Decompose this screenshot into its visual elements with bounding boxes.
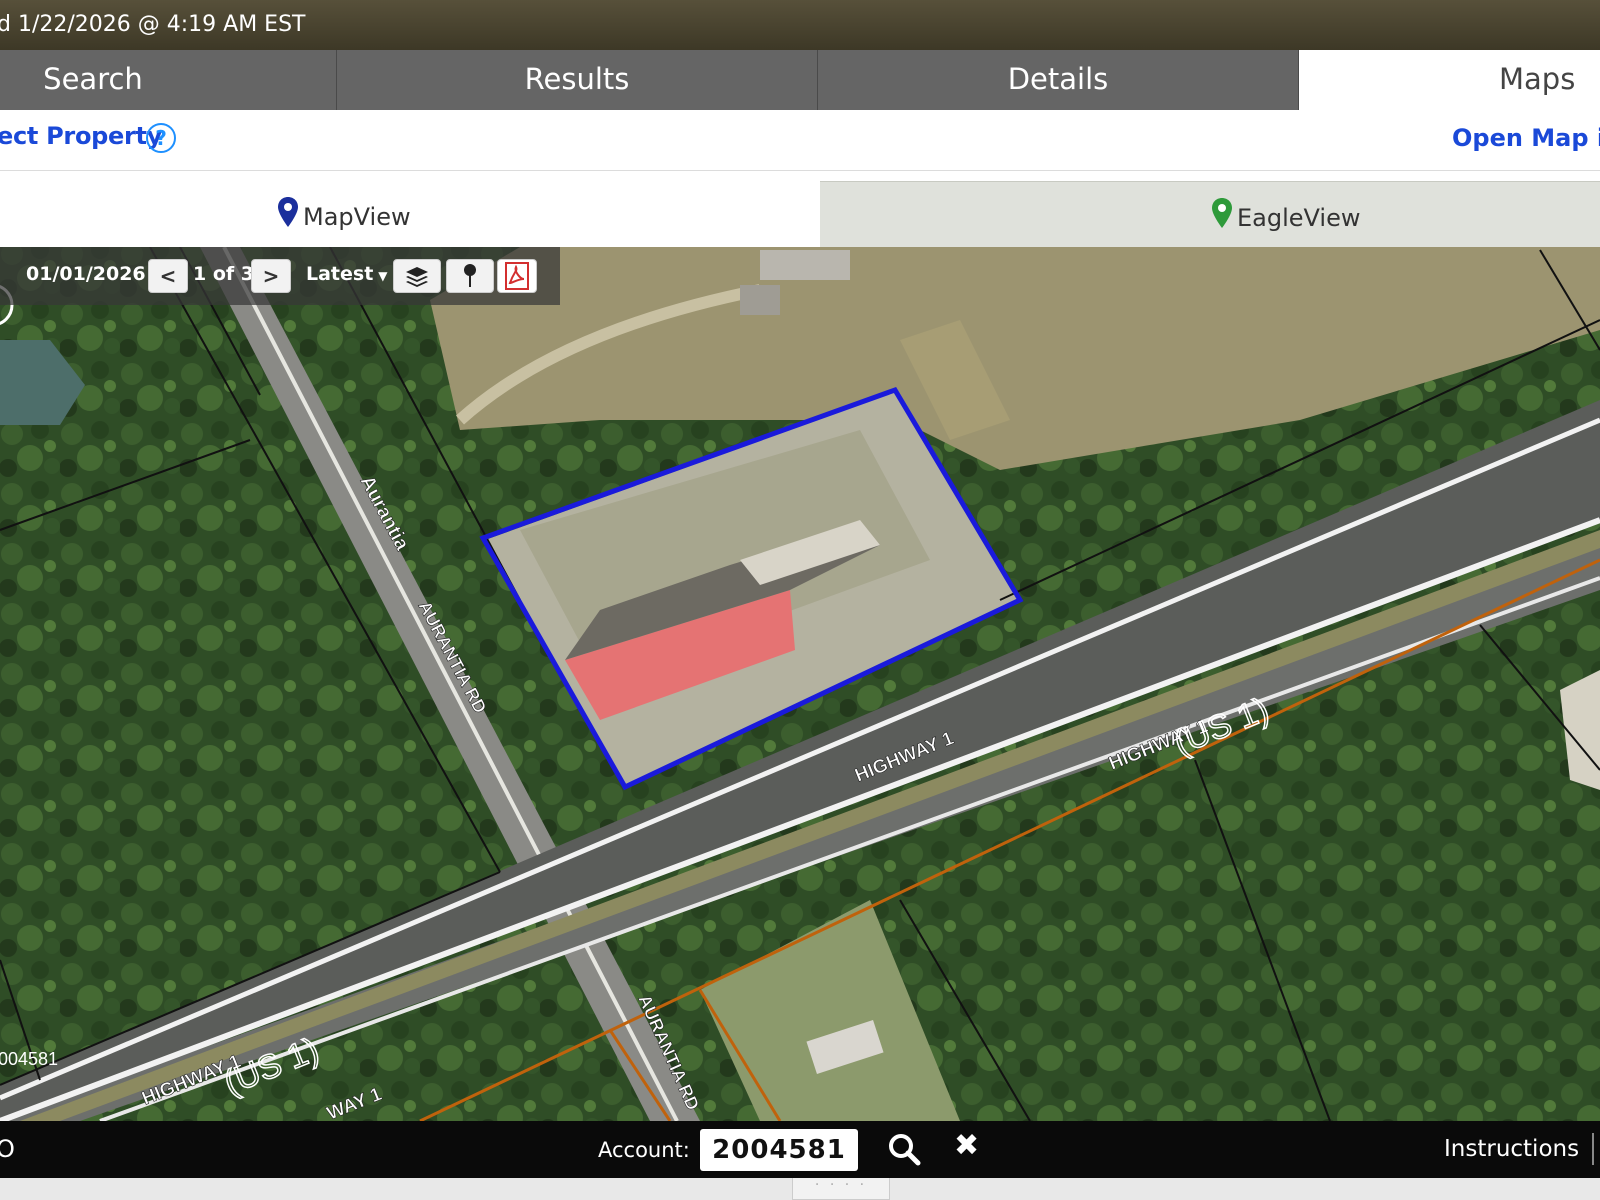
outbuilding xyxy=(760,250,850,280)
divider xyxy=(1592,1133,1594,1165)
select-property-link[interactable]: ect Property xyxy=(0,122,162,150)
account-input[interactable] xyxy=(700,1129,858,1171)
tab-search[interactable]: Search xyxy=(0,50,337,110)
account-bar: O Account: ✖ Instructions xyxy=(0,1121,1600,1178)
imagery-date: 01/01/2026 xyxy=(26,263,146,285)
tab-mapview[interactable]: MapView xyxy=(0,181,820,247)
last-updated-text: d 1/22/2026 @ 4:19 AM EST xyxy=(0,12,306,37)
pushpin-icon xyxy=(464,264,476,287)
aerial-map[interactable]: Aurantia AURANTIA RD AURANTIA RD HIGHWAY… xyxy=(0,247,1600,1121)
tab-eagleview[interactable]: EagleView xyxy=(820,181,1600,247)
aerial-imagery: Aurantia AURANTIA RD AURANTIA RD HIGHWAY… xyxy=(0,247,1600,1121)
layers-icon xyxy=(406,267,428,287)
parcel-id-label: 004581 xyxy=(0,1049,58,1069)
pin-button[interactable] xyxy=(446,259,494,293)
help-icon[interactable]: ? xyxy=(146,123,176,153)
clear-icon[interactable]: ✖ xyxy=(954,1128,979,1163)
last-updated-bar: d 1/22/2026 @ 4:19 AM EST xyxy=(0,0,1600,50)
previous-image-button[interactable]: < xyxy=(148,259,188,293)
pdf-export-button[interactable] xyxy=(497,259,537,293)
agency-label: O xyxy=(0,1135,15,1163)
tab-details[interactable]: Details xyxy=(818,50,1299,110)
map-view-tabs: MapView EagleView xyxy=(0,181,1600,247)
resize-grip[interactable]: · · · · xyxy=(792,1178,890,1200)
main-tabs: Search Results Details Maps xyxy=(0,50,1600,110)
eagleview-label: EagleView xyxy=(1237,204,1361,232)
image-count: 1 of 3 xyxy=(193,263,254,285)
open-map-link[interactable]: Open Map in xyxy=(1452,124,1600,152)
latest-dropdown[interactable]: Latest ▼ xyxy=(306,263,388,285)
map-pin-icon xyxy=(278,197,298,227)
next-image-button[interactable]: > xyxy=(251,259,291,293)
instructions-link[interactable]: Instructions xyxy=(1444,1136,1579,1162)
search-icon[interactable] xyxy=(887,1132,921,1166)
map-pin-icon xyxy=(1212,198,1232,228)
shed xyxy=(740,285,780,315)
map-toolbar: 01/01/2026 < 1 of 3 > Latest ▼ xyxy=(0,247,560,305)
mapview-label: MapView xyxy=(303,203,411,231)
account-label: Account: xyxy=(598,1138,690,1162)
caret-down-icon: ▼ xyxy=(378,269,388,283)
pdf-icon xyxy=(505,262,529,290)
footer-strip: · · · · xyxy=(0,1178,1600,1200)
latest-label: Latest xyxy=(306,263,374,285)
layers-button[interactable] xyxy=(393,259,441,293)
map-link-row: ect Property ? Open Map in xyxy=(0,110,1600,171)
tab-results[interactable]: Results xyxy=(337,50,818,110)
tab-maps[interactable]: Maps xyxy=(1299,50,1600,110)
